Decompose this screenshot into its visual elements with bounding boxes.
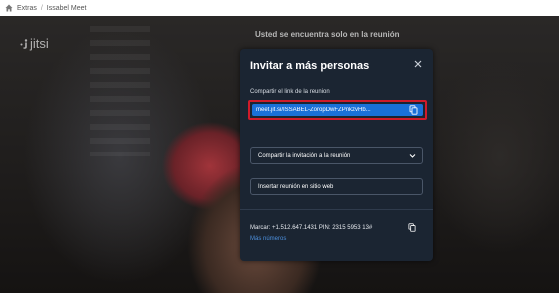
share-link-label: Compartir el link de la reunion xyxy=(250,89,330,95)
meeting-link-text: meet.jit.si/ISSABEL-ZoropDwFZPnkzvHb... xyxy=(256,107,371,113)
jitsi-logo: jitsi xyxy=(20,36,49,51)
link-highlight: meet.jit.si/ISSABEL-ZoropDwFZPnkzvHb... xyxy=(248,100,427,120)
share-invite-label: Compartir la invitación a la reunión xyxy=(258,152,351,159)
copy-icon[interactable] xyxy=(409,105,418,115)
divider xyxy=(240,209,433,210)
breadcrumb: Extras / Issabel Meet xyxy=(0,0,559,16)
dial-in-info: Marcar: +1.512.647.1431 PIN: 2315 5953 1… xyxy=(250,225,373,231)
embed-meeting-button[interactable]: Insertar reunión en sitio web xyxy=(250,178,423,195)
more-numbers-link[interactable]: Más números xyxy=(250,236,286,242)
breadcrumb-separator: / xyxy=(40,4,43,12)
meeting-link-field[interactable]: meet.jit.si/ISSABEL-ZoropDwFZPnkzvHb... xyxy=(252,104,423,116)
dialog-title: Invitar a más personas xyxy=(250,60,370,72)
alone-message: Usted se encuentra solo en la reunión xyxy=(255,30,400,39)
video-stage: jitsi Usted se encuentra solo en la reun… xyxy=(0,16,559,293)
copy-dial-in-icon[interactable] xyxy=(408,223,416,232)
close-icon[interactable] xyxy=(413,59,423,69)
invite-dialog: Invitar a más personas Compartir el link… xyxy=(240,49,433,261)
jitsi-logo-text: jitsi xyxy=(30,36,49,51)
home-icon[interactable] xyxy=(5,4,13,12)
breadcrumb-item-extras[interactable]: Extras xyxy=(17,5,37,12)
breadcrumb-item-issabel-meet: Issabel Meet xyxy=(46,4,87,12)
embed-meeting-label: Insertar reunión en sitio web xyxy=(258,183,334,190)
share-invite-dropdown[interactable]: Compartir la invitación a la reunión xyxy=(250,147,423,164)
chevron-down-icon xyxy=(409,154,416,158)
jitsi-logo-icon xyxy=(20,38,28,49)
